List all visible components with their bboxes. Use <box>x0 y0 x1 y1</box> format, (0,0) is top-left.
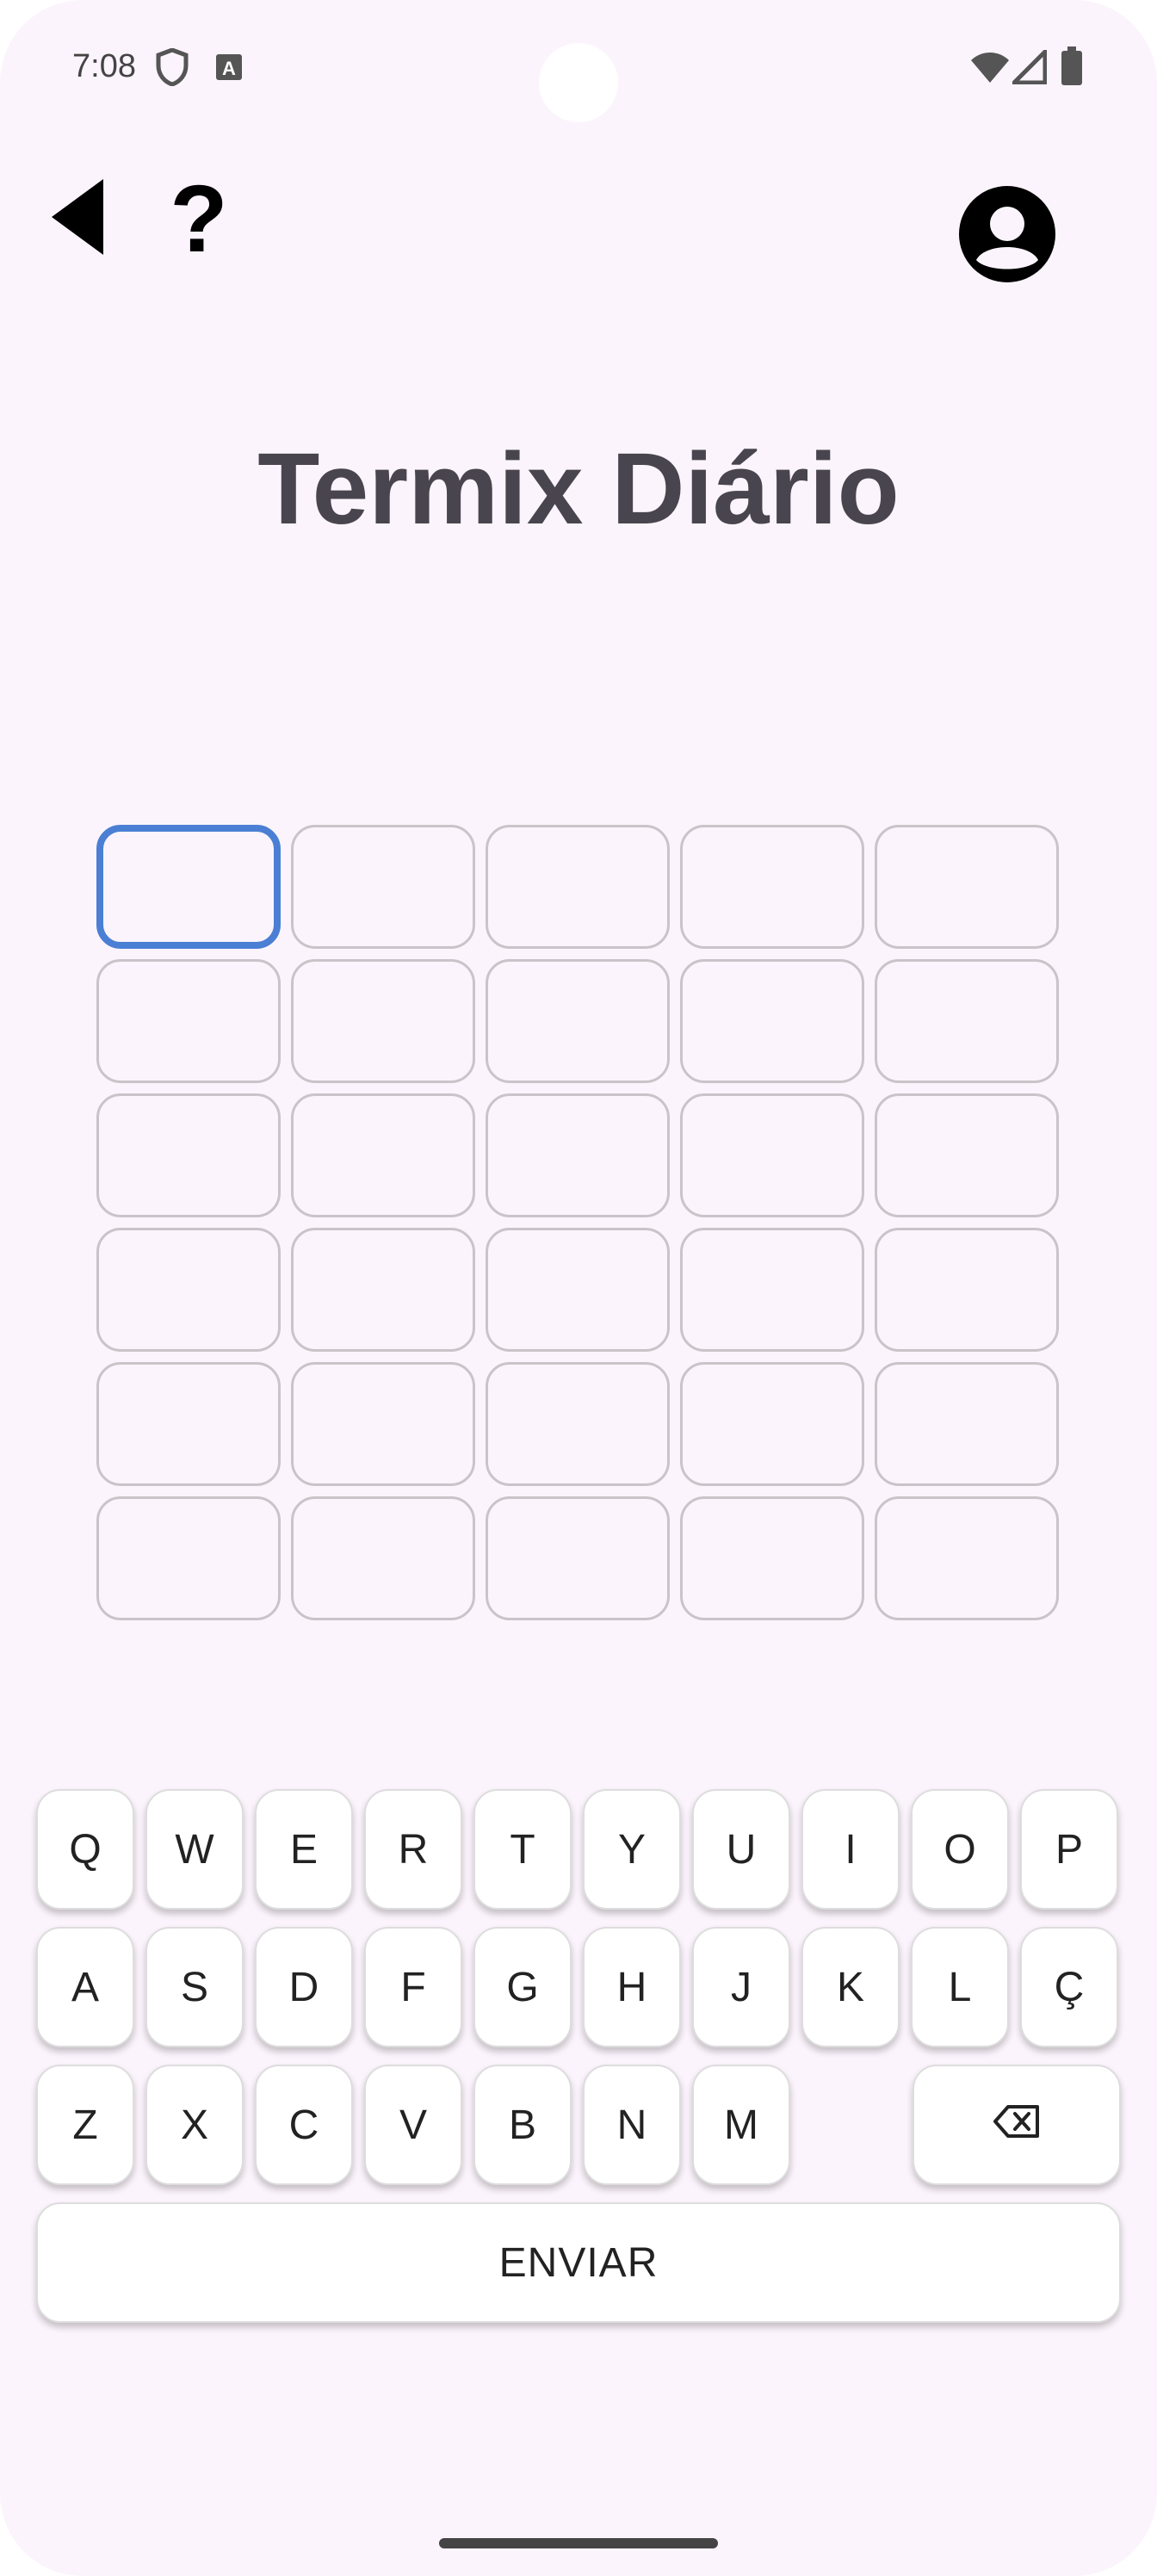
key-t[interactable]: T <box>473 1789 572 1910</box>
key-l[interactable]: L <box>911 1927 1009 2047</box>
grid-cell-r4-c1[interactable] <box>96 1228 281 1352</box>
key-m[interactable]: M <box>692 2065 790 2185</box>
grid-cell-r3-c5[interactable] <box>875 1093 1059 1217</box>
grid-cell-r4-c2[interactable] <box>291 1228 475 1352</box>
key-x[interactable]: X <box>145 2065 244 2185</box>
camera-cutout <box>539 43 618 122</box>
grid-cell-r2-c1[interactable] <box>96 959 281 1083</box>
help-question-icon[interactable]: ? <box>169 166 229 272</box>
key-q[interactable]: Q <box>36 1789 134 1910</box>
key-d[interactable]: D <box>255 1927 353 2047</box>
key-ç[interactable]: Ç <box>1020 1927 1118 2047</box>
grid-cell-r4-c5[interactable] <box>875 1228 1059 1352</box>
key-f[interactable]: F <box>364 1927 462 2047</box>
back-triangle-icon[interactable] <box>48 176 108 263</box>
key-j[interactable]: J <box>692 1927 790 2047</box>
grid-cell-r4-c3[interactable] <box>486 1228 670 1352</box>
grid-cell-r5-c3[interactable] <box>486 1362 670 1486</box>
grid-cell-r3-c2[interactable] <box>291 1093 475 1217</box>
key-c[interactable]: C <box>255 2065 353 2185</box>
svg-text:?: ? <box>170 170 227 260</box>
grid-cell-r4-c4[interactable] <box>680 1228 864 1352</box>
battery-icon <box>1061 46 1083 90</box>
grid-cell-r1-c3[interactable] <box>486 825 670 949</box>
home-indicator[interactable] <box>439 2538 718 2548</box>
grid-cell-r6-c4[interactable] <box>680 1496 864 1620</box>
key-i[interactable]: I <box>801 1789 900 1910</box>
key-g[interactable]: G <box>473 1927 572 2047</box>
key-a[interactable]: A <box>36 1927 134 2047</box>
backspace-icon <box>993 2102 1041 2149</box>
grid-cell-r1-c5[interactable] <box>875 825 1059 949</box>
key-h[interactable]: H <box>583 1927 681 2047</box>
key-e[interactable]: E <box>255 1789 353 1910</box>
grid-cell-r6-c3[interactable] <box>486 1496 670 1620</box>
backspace-button[interactable] <box>913 2065 1121 2185</box>
grid-cell-r5-c5[interactable] <box>875 1362 1059 1486</box>
app-screen: 7:08 A ? Termix Diário QWERTYUIOPASDFGHJ… <box>0 0 1157 2576</box>
submit-button[interactable]: ENVIAR <box>36 2202 1121 2323</box>
grid-cell-r5-c2[interactable] <box>291 1362 475 1486</box>
grid-cell-r6-c1[interactable] <box>96 1496 281 1620</box>
key-b[interactable]: B <box>473 2065 572 2185</box>
status-time: 7:08 <box>72 48 136 84</box>
grid-cell-r3-c3[interactable] <box>486 1093 670 1217</box>
key-w[interactable]: W <box>145 1789 244 1910</box>
wifi-icon <box>969 50 1011 89</box>
key-p[interactable]: P <box>1020 1789 1118 1910</box>
key-v[interactable]: V <box>364 2065 462 2185</box>
key-k[interactable]: K <box>801 1927 900 2047</box>
signal-icon <box>1008 46 1048 89</box>
key-z[interactable]: Z <box>36 2065 134 2185</box>
svg-text:A: A <box>222 58 236 79</box>
grid-cell-r2-c3[interactable] <box>486 959 670 1083</box>
key-o[interactable]: O <box>911 1789 1009 1910</box>
key-r[interactable]: R <box>364 1789 462 1910</box>
grid-cell-r1-c1[interactable] <box>96 825 281 949</box>
grid-cell-r5-c1[interactable] <box>96 1362 281 1486</box>
a-badge-icon: A <box>215 53 243 85</box>
grid-cell-r2-c2[interactable] <box>291 959 475 1083</box>
key-n[interactable]: N <box>583 2065 681 2185</box>
key-s[interactable]: S <box>145 1927 244 2047</box>
key-y[interactable]: Y <box>583 1789 681 1910</box>
grid-cell-r2-c5[interactable] <box>875 959 1059 1083</box>
grid-cell-r1-c4[interactable] <box>680 825 864 949</box>
shield-icon <box>155 47 189 90</box>
grid-cell-r1-c2[interactable] <box>291 825 475 949</box>
grid-cell-r6-c2[interactable] <box>291 1496 475 1620</box>
grid-cell-r2-c4[interactable] <box>680 959 864 1083</box>
page-title: Termix Diário <box>257 432 900 546</box>
grid-cell-r3-c4[interactable] <box>680 1093 864 1217</box>
account-circle-icon[interactable] <box>959 186 1055 287</box>
grid-cell-r3-c1[interactable] <box>96 1093 281 1217</box>
key-u[interactable]: U <box>692 1789 790 1910</box>
grid-cell-r5-c4[interactable] <box>680 1362 864 1486</box>
grid-cell-r6-c5[interactable] <box>875 1496 1059 1620</box>
